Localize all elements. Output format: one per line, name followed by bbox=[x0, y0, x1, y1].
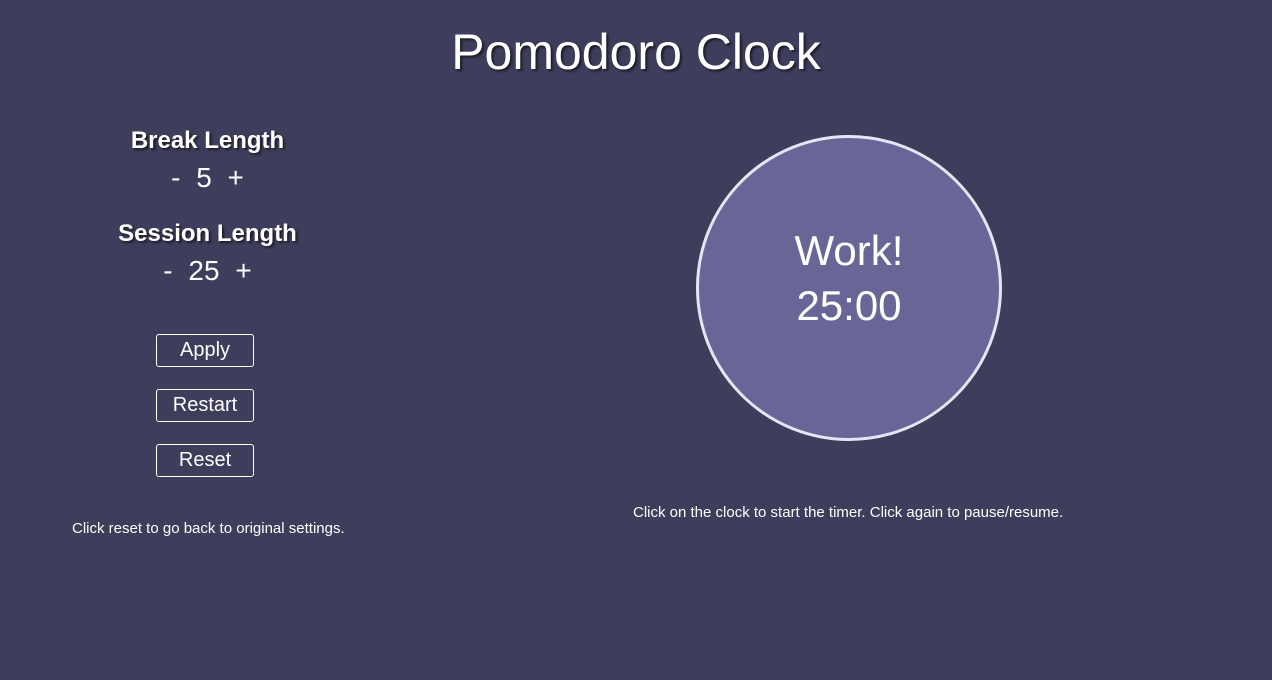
session-length-heading: Session Length bbox=[118, 220, 297, 247]
break-increment-button[interactable]: + bbox=[224, 162, 248, 194]
session-increment-button[interactable]: + bbox=[231, 255, 255, 287]
reset-hint-text: Click reset to go back to original setti… bbox=[72, 520, 345, 537]
session-length-stepper: - 25 + bbox=[0, 255, 415, 287]
break-length-stepper: - 5 + bbox=[0, 162, 415, 194]
clock-time-display: 25:00 bbox=[796, 282, 902, 329]
clock-hint-text: Click on the clock to start the timer. C… bbox=[633, 504, 1064, 521]
settings-panel: Break Length - 5 + Session Length - 25 +… bbox=[0, 0, 415, 680]
break-decrement-button[interactable]: - bbox=[167, 162, 184, 194]
restart-button[interactable]: Restart bbox=[156, 389, 254, 422]
session-length-value: 25 bbox=[188, 255, 220, 286]
session-decrement-button[interactable]: - bbox=[159, 255, 176, 287]
break-length-heading: Break Length bbox=[130, 127, 285, 154]
break-length-value: 5 bbox=[196, 162, 212, 193]
clock-mode-label: Work! bbox=[794, 227, 904, 274]
apply-button[interactable]: Apply bbox=[156, 334, 254, 367]
timer-clock[interactable]: Work! 25:00 bbox=[696, 135, 1002, 441]
reset-button[interactable]: Reset bbox=[156, 444, 254, 477]
